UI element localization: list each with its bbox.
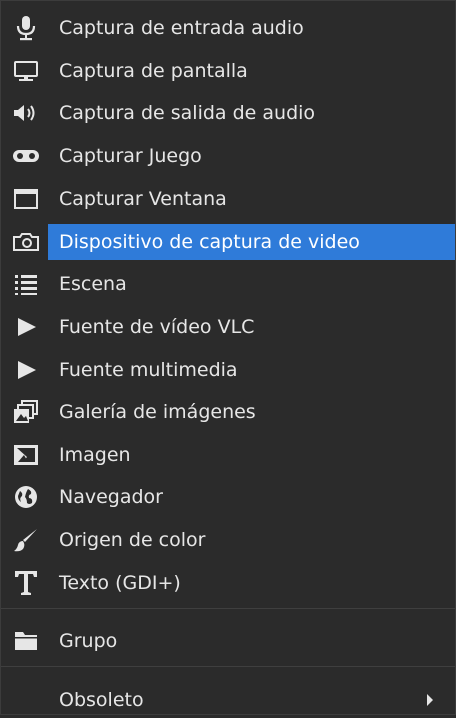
menu-item-vlc-video-source[interactable]: Fuente de vídeo VLC <box>1 309 455 345</box>
menu-separator <box>1 608 455 609</box>
list-icon <box>11 269 41 299</box>
play-icon <box>11 355 41 385</box>
menu-item-label: Obsoleto <box>59 689 144 711</box>
menu-item-game-capture[interactable]: Capturar Juego <box>1 138 455 174</box>
brush-icon <box>11 525 41 555</box>
menu-item-label: Captura de salida de audio <box>59 102 316 124</box>
menu-item-label: Texto (GDI+) <box>59 572 181 594</box>
image-icon <box>11 440 41 470</box>
menu-item-label: Imagen <box>59 444 131 466</box>
window-icon <box>11 184 41 214</box>
menu-item-label: Capturar Juego <box>59 145 202 167</box>
menu-item-label: Captura de pantalla <box>59 60 248 82</box>
menu-item-text-gdi[interactable]: Texto (GDI+) <box>1 565 455 601</box>
menu-item-label: Dispositivo de captura de video <box>48 224 455 260</box>
menu-item-label: Escena <box>59 273 127 295</box>
menu-item-label: Capturar Ventana <box>59 188 227 210</box>
menu-item-label: Galería de imágenes <box>59 401 256 423</box>
text-icon <box>11 568 41 598</box>
menu-item-label: Navegador <box>59 486 163 508</box>
menu-item-group[interactable]: Grupo <box>1 623 455 659</box>
menu-item-label: Origen de color <box>59 529 206 551</box>
play-icon <box>11 312 41 342</box>
menu-item-video-capture-device[interactable]: Dispositivo de captura de video <box>1 224 455 260</box>
speaker-icon <box>11 98 41 128</box>
camera-icon <box>11 227 41 257</box>
menu-item-deprecated[interactable]: Obsoleto <box>1 682 455 718</box>
menu-item-image[interactable]: Imagen <box>1 437 455 473</box>
submenu-arrow-icon <box>427 694 433 706</box>
menu-separator <box>1 666 455 667</box>
menu-item-color-source[interactable]: Origen de color <box>1 522 455 558</box>
menu-item-audio-output-capture[interactable]: Captura de salida de audio <box>1 95 455 131</box>
menu-item-browser[interactable]: Navegador <box>1 479 455 515</box>
menu-item-media-source[interactable]: Fuente multimedia <box>1 352 455 388</box>
gamepad-icon <box>11 141 41 171</box>
menu-item-label: Grupo <box>59 630 118 652</box>
menu-item-image-slideshow[interactable]: Galería de imágenes <box>1 394 455 430</box>
monitor-icon <box>11 56 41 86</box>
globe-icon <box>11 482 41 512</box>
folder-icon <box>11 626 41 656</box>
menu-item-label: Fuente de vídeo VLC <box>59 316 255 338</box>
menu-item-audio-input-capture[interactable]: Captura de entrada audio <box>1 10 455 46</box>
microphone-icon <box>11 13 41 43</box>
menu-item-display-capture[interactable]: Captura de pantalla <box>1 53 455 89</box>
menu-item-scene[interactable]: Escena <box>1 266 455 302</box>
add-source-menu: Captura de entrada audio Captura de pant… <box>0 0 456 715</box>
menu-item-label: Captura de entrada audio <box>59 17 304 39</box>
menu-item-label: Fuente multimedia <box>59 359 238 381</box>
menu-item-window-capture[interactable]: Capturar Ventana <box>1 181 455 217</box>
gallery-icon <box>11 397 41 427</box>
